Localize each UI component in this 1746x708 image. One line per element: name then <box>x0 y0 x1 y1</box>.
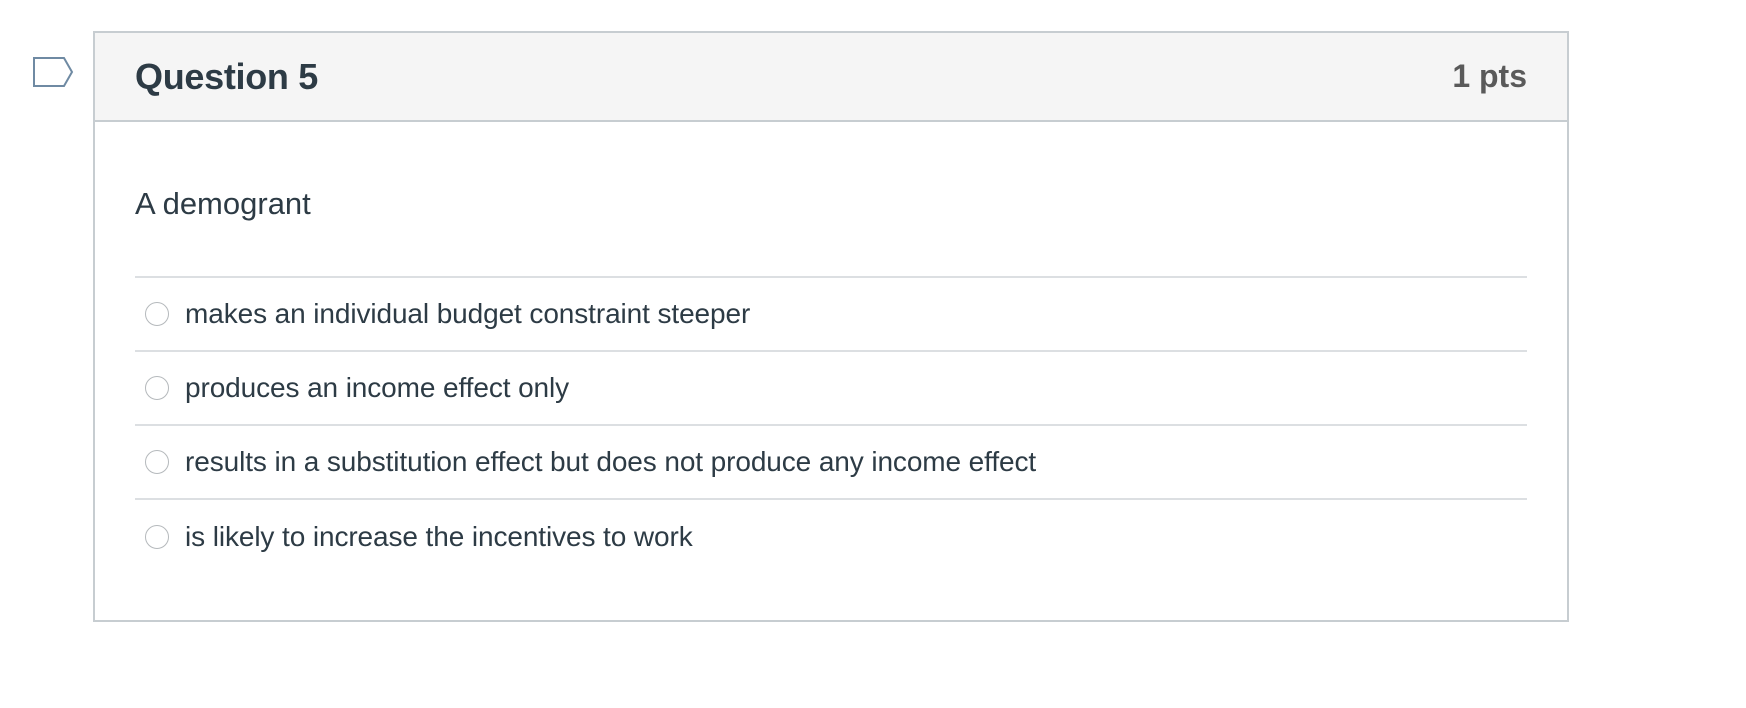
question-title: Question 5 <box>135 55 319 97</box>
answer-label: produces an income effect only <box>185 372 570 403</box>
question-header: Question 5 1 pts <box>95 33 1567 122</box>
answer-option[interactable]: is likely to increase the incentives to … <box>135 500 1527 574</box>
question-card: Question 5 1 pts A demogrant makes an in… <box>93 31 1569 622</box>
answer-label: is likely to increase the incentives to … <box>185 521 693 552</box>
answer-label: results in a substitution effect but doe… <box>185 446 1037 477</box>
answer-list: makes an individual budget constraint st… <box>135 276 1527 574</box>
question-text: A demogrant <box>135 186 311 221</box>
answer-option[interactable]: produces an income effect only <box>135 352 1527 426</box>
radio-button[interactable] <box>145 525 169 549</box>
answer-option[interactable]: results in a substitution effect but doe… <box>135 426 1527 500</box>
answer-option[interactable]: makes an individual budget constraint st… <box>135 278 1527 352</box>
radio-button[interactable] <box>145 376 169 400</box>
quiz-page: Question 5 1 pts A demogrant makes an in… <box>0 0 1746 708</box>
flag-question-icon[interactable] <box>32 56 76 92</box>
question-body: A demogrant makes an individual budget c… <box>95 122 1567 574</box>
radio-button[interactable] <box>145 302 169 326</box>
answer-label: makes an individual budget constraint st… <box>185 298 751 329</box>
radio-button[interactable] <box>145 450 169 474</box>
question-points: 1 pts <box>1452 58 1527 94</box>
